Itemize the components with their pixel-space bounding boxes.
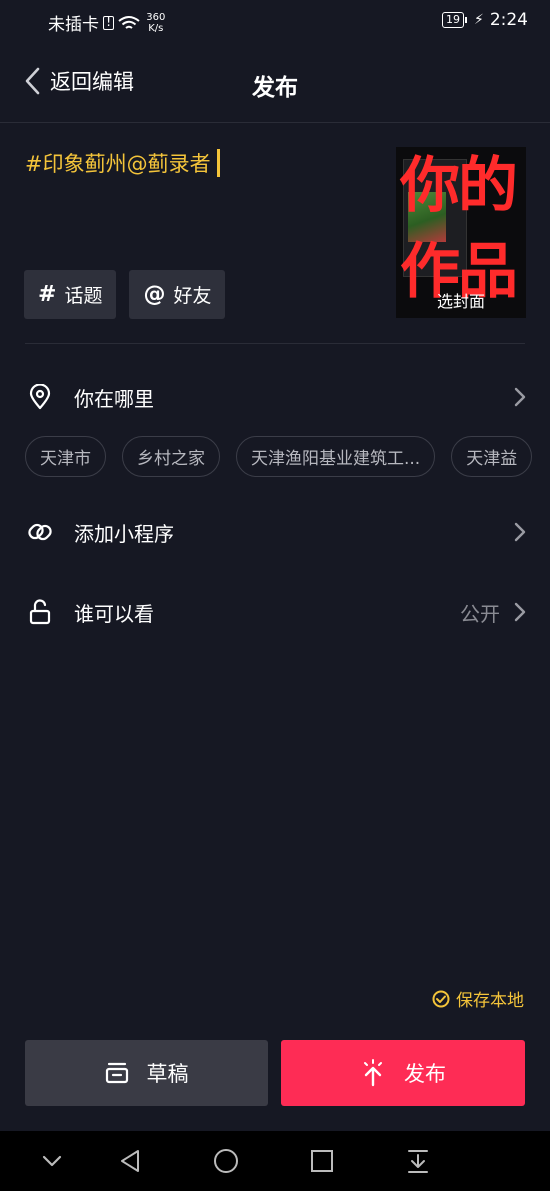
- clock-time: 2:24: [489, 10, 528, 30]
- location-label: 你在哪里: [74, 386, 154, 411]
- charging-icon: ⚡: [473, 12, 484, 28]
- caption-chips: # 话题 @ 好友: [24, 270, 226, 319]
- save-local-toggle[interactable]: 保存本地: [432, 986, 524, 1011]
- location-tag[interactable]: 天津益: [451, 436, 533, 477]
- mini-program-label: 添加小程序: [74, 521, 174, 546]
- publish-button[interactable]: 发布: [281, 1040, 525, 1106]
- chevron-right-icon: [514, 602, 526, 622]
- topic-chip-button[interactable]: # 话题: [24, 270, 117, 319]
- location-tag[interactable]: 天津市: [25, 436, 106, 477]
- header-divider: [0, 122, 550, 123]
- section-divider: [25, 343, 525, 344]
- status-left: 未插卡 ! 360 K/s: [48, 10, 166, 36]
- caption-input[interactable]: #印象蓟州@蓟录者: [25, 148, 220, 178]
- home-circle-icon[interactable]: [212, 1147, 240, 1175]
- location-tag[interactable]: 乡村之家: [122, 436, 220, 477]
- draft-label: 草稿: [146, 1062, 189, 1086]
- top-header: 返回编辑 发布: [0, 52, 550, 114]
- cover-picker[interactable]: 你的 作品 选封面: [396, 147, 526, 318]
- draft-button[interactable]: 草稿: [25, 1040, 268, 1106]
- publish-label: 发布: [404, 1062, 446, 1086]
- carrier-text: 未插卡: [48, 15, 99, 35]
- mini-program-row[interactable]: 添加小程序: [0, 507, 550, 557]
- chevron-down-icon[interactable]: [38, 1147, 66, 1175]
- text-cursor: [216, 149, 220, 177]
- status-bar: 未插卡 ! 360 K/s 19 ⚡ 2:24: [0, 0, 550, 44]
- save-local-label: 保存本地: [456, 991, 524, 1011]
- location-row[interactable]: 你在哪里: [0, 372, 550, 422]
- chevron-right-icon: [514, 387, 526, 407]
- system-nav-bar: [0, 1131, 550, 1191]
- sim-alert-icon: !: [103, 15, 115, 30]
- page-title: 发布: [252, 75, 298, 101]
- location-pin-icon: [26, 383, 54, 411]
- battery-icon: 19: [441, 12, 467, 28]
- visibility-row[interactable]: 谁可以看 公开: [0, 587, 550, 637]
- select-cover-label: 选封面: [436, 292, 485, 311]
- friend-chip-button[interactable]: @ 好友: [129, 270, 226, 319]
- visibility-value: 公开: [460, 601, 500, 626]
- check-circle-icon: [432, 990, 450, 1007]
- status-right: 19 ⚡ 2:24: [441, 10, 528, 30]
- unlock-icon: [26, 598, 54, 626]
- location-tag[interactable]: 天津渔阳基业建筑工...: [236, 436, 436, 477]
- topic-chip-label: 话题: [64, 285, 103, 307]
- notification-pull-icon[interactable]: [404, 1147, 432, 1175]
- back-triangle-icon[interactable]: [116, 1147, 144, 1175]
- network-speed: 360 K/s: [146, 11, 166, 34]
- upload-arrow-icon: [364, 1059, 382, 1087]
- chevron-right-icon: [514, 522, 526, 542]
- visibility-label: 谁可以看: [74, 601, 154, 626]
- cover-overlay-line1: 你的: [400, 151, 518, 221]
- friend-chip-label: 好友: [173, 285, 212, 307]
- wifi-icon: [118, 15, 140, 29]
- recents-square-icon[interactable]: [308, 1147, 336, 1175]
- at-icon: @: [143, 282, 166, 307]
- caption-text: #印象蓟州@蓟录者: [25, 152, 211, 176]
- draft-box-icon: [105, 1062, 128, 1084]
- hashtag-icon: #: [38, 282, 57, 307]
- location-suggestions: 天津市 乡村之家 天津渔阳基业建筑工... 天津益: [25, 436, 533, 477]
- link-icon: [26, 518, 54, 546]
